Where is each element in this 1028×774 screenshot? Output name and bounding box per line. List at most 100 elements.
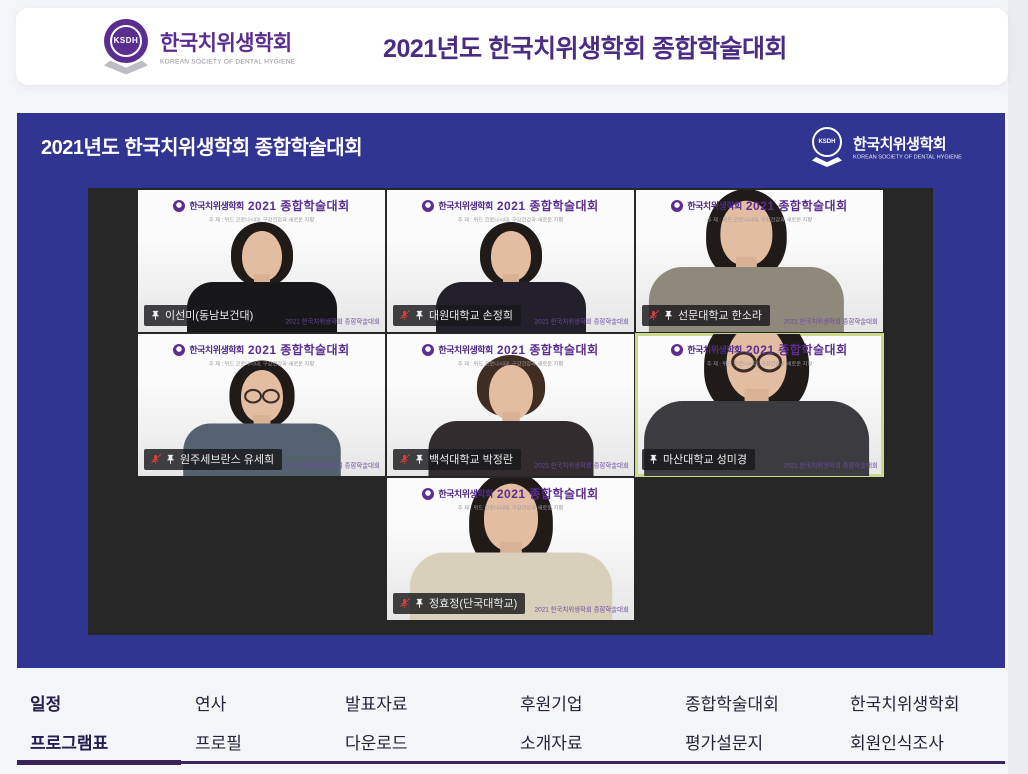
banner-subtitle: 주 제 : 위드 코로나시대, 구강건강과 새로운 지향 [678,216,841,223]
ksdh-mini-emblem-icon [173,200,185,212]
mic-off-icon [648,310,659,321]
mic-off-icon [399,454,410,465]
slide-banner: 한국치위생학회 2021 종합학술대회 주 제 : 위드 코로나시대, 구강건강… [636,341,883,371]
banner-event: 2021 종합학술대회 [497,341,599,358]
video-row-3: 한국치위생학회 2021 종합학술대회 주 제 : 위드 코로나시대, 구강건강… [88,478,933,620]
banner-subtitle: 주 제 : 위드 코로나시대, 구강건강과 새로운 지향 [429,504,592,511]
slide-watermark: 2021 한국치위생학회 종합학술대회 [286,461,380,470]
participant-name-label: 선문대학교 한소라 [642,305,770,326]
video-row-1: 한국치위생학회 2021 종합학술대회 주 제 : 위드 코로나시대, 구강건강… [88,190,933,332]
nav-column-speakers: 연사 프로필 [195,690,242,754]
participant-name-label: 백석대학교 박정란 [393,449,521,470]
video-tile[interactable]: 한국치위생학회 2021 종합학술대회 주 제 : 위드 코로나시대, 구강건강… [636,190,883,332]
participant-name-label: 원주세브란스 유세희 [144,449,282,470]
banner-subtitle: 주 제 : 위드 코로나시대, 구강건강과 새로운 지향 [180,216,343,223]
page-title: 2021년도 한국치위생학회 종합학술대회 [383,29,787,65]
pin-icon [414,454,425,465]
nav-item-presentation-materials[interactable]: 발표자료 [345,690,408,715]
banner-event: 2021 종합학술대회 [746,341,848,358]
ksdh-mini-emblem-icon [422,344,434,356]
banner-subtitle: 주 제 : 위드 코로나시대, 구강건강과 새로운 지향 [429,360,592,367]
slide-watermark: 2021 한국치위생학회 종합학술대회 [535,605,629,614]
banner-society: 한국치위생학회 [687,199,741,212]
video-tile[interactable]: 한국치위생학회 2021 종합학술대회 주 제 : 위드 코로나시대, 구강건강… [138,190,385,332]
nav-item-speakers[interactable]: 연사 [195,690,242,715]
slide-banner: 한국치위생학회 2021 종합학술대회 주 제 : 위드 코로나시대, 구강건강… [387,197,634,227]
nav-item-program-table[interactable]: 프로그램표 [30,729,108,754]
participant-name: 마산대학교 성미경 [663,451,747,467]
slide-banner: 한국치위생학회 2021 종합학술대회 주 제 : 위드 코로나시대, 구강건강… [636,197,883,227]
participant-name: 선문대학교 한소라 [678,307,762,323]
ksdh-mini-emblem-icon [671,344,683,356]
participant-name: 원주세브란스 유세희 [180,451,274,467]
site-header: KSDH 한국치위생학회 KOREAN SOCIETY OF DENTAL HY… [16,8,1008,85]
slide-watermark: 2021 한국치위생학회 종합학술대회 [535,461,629,470]
banner-event: 2021 종합학술대회 [746,197,848,214]
ksdh-emblem-icon: KSDH [102,19,150,75]
participant-name-label: 정효정(단국대학교) [393,593,525,614]
participant-name: 정효정(단국대학교) [429,595,517,611]
video-tile[interactable]: 한국치위생학회 2021 종합학술대회 주 제 : 위드 코로나시대, 구강건강… [387,190,634,332]
slide-watermark: 2021 한국치위생학회 종합학술대회 [286,317,380,326]
nav-item-evaluation-survey[interactable]: 평가설문지 [685,729,779,754]
banner-society: 한국치위생학회 [189,199,243,212]
mic-off-icon [399,310,410,321]
society-name-english: KOREAN SOCIETY OF DENTAL HYGIENE [160,58,295,65]
ksdh-emblem-white-icon: KSDH [811,127,845,167]
video-tile-active-speaker[interactable]: 한국치위생학회 2021 종합학술대회 주 제 : 위드 코로나시대, 구강건강… [636,334,883,476]
nav-item-conference[interactable]: 종합학술대회 [685,690,779,715]
nav-column-conference: 종합학술대회 평가설문지 [685,690,779,754]
book-icon [104,61,148,75]
pin-icon [150,310,161,321]
slide-watermark: 2021 한국치위생학회 종합학술대회 [784,317,878,326]
slide-banner: 한국치위생학회 2021 종합학술대회 주 제 : 위드 코로나시대, 구강건강… [138,197,385,227]
banner-society: 한국치위생학회 [687,343,741,356]
slide-banner: 한국치위생학회 2021 종합학술대회 주 제 : 위드 코로나시대, 구강건강… [387,485,634,515]
ksdh-mini-emblem-icon [422,488,434,500]
slide-banner: 한국치위생학회 2021 종합학술대회 주 제 : 위드 코로나시대, 구강건강… [387,341,634,371]
participant-name-label: 이선미(동남보건대) [144,305,261,326]
nav-column-society: 한국치위생학회 회원인식조사 [850,690,959,754]
banner-subtitle: 주 제 : 위드 코로나시대, 구강건강과 새로운 지향 [678,360,841,367]
nav-item-member-survey[interactable]: 회원인식조사 [850,729,959,754]
nav-item-intro-materials[interactable]: 소개자료 [520,729,583,754]
participant-name: 대원대학교 손정희 [429,307,513,323]
participant-name-label: 대원대학교 손정희 [393,305,521,326]
society-name-english: KOREAN SOCIETY OF DENTAL HYGIENE [853,155,962,161]
pin-icon [648,454,659,465]
ksdh-mini-emblem-icon [173,344,185,356]
ksdh-acronym: KSDH [110,25,142,57]
banner-event: 2021 종합학술대회 [248,341,350,358]
banner-society: 한국치위생학회 [189,343,243,356]
society-name: 한국치위생학회 [853,133,989,154]
pin-icon [414,310,425,321]
active-tab-indicator [17,760,181,765]
nav-item-sponsor-companies[interactable]: 후원기업 [520,690,583,715]
video-row-2: 한국치위생학회 2021 종합학술대회 주 제 : 위드 코로나시대, 구강건강… [88,334,933,476]
slide-banner: 한국치위생학회 2021 종합학술대회 주 제 : 위드 코로나시대, 구강건강… [138,341,385,371]
banner-subtitle: 주 제 : 위드 코로나시대, 구강건강과 새로운 지향 [180,360,343,367]
video-tile[interactable]: 한국치위생학회 2021 종합학술대회 주 제 : 위드 코로나시대, 구강건강… [387,478,634,620]
panel-logo: KSDH 한국치위생학회 KOREAN SOCIETY OF DENTAL HY… [811,127,989,167]
society-name: 한국치위생학회 [160,27,325,57]
video-grid: 한국치위생학회 2021 종합학술대회 주 제 : 위드 코로나시대, 구강건강… [88,188,933,635]
pin-icon [663,310,674,321]
nav-item-profile[interactable]: 프로필 [195,729,242,754]
video-tile[interactable]: 한국치위생학회 2021 종합학술대회 주 제 : 위드 코로나시대, 구강건강… [138,334,385,476]
scrollbar-track[interactable] [1008,0,1028,774]
conference-panel: 2021년도 한국치위생학회 종합학술대회 KSDH 한국치위생학회 KOREA… [17,113,1005,668]
banner-society: 한국치위생학회 [438,343,492,356]
participant-name: 백석대학교 박정란 [429,451,513,467]
pin-icon [414,598,425,609]
site-logo[interactable]: KSDH 한국치위생학회 KOREAN SOCIETY OF DENTAL HY… [102,19,325,75]
banner-event: 2021 종합학술대회 [497,485,599,502]
banner-society: 한국치위생학회 [438,199,492,212]
video-tile[interactable]: 한국치위생학회 2021 종합학술대회 주 제 : 위드 코로나시대, 구강건강… [387,334,634,476]
nav-divider [181,761,1005,764]
slide-watermark: 2021 한국치위생학회 종합학술대회 [535,317,629,326]
nav-item-schedule[interactable]: 일정 [30,690,108,715]
nav-item-download[interactable]: 다운로드 [345,729,408,754]
banner-event: 2021 종합학술대회 [497,197,599,214]
nav-item-society[interactable]: 한국치위생학회 [850,690,959,715]
panel-title: 2021년도 한국치위생학회 종합학술대회 [41,131,362,160]
